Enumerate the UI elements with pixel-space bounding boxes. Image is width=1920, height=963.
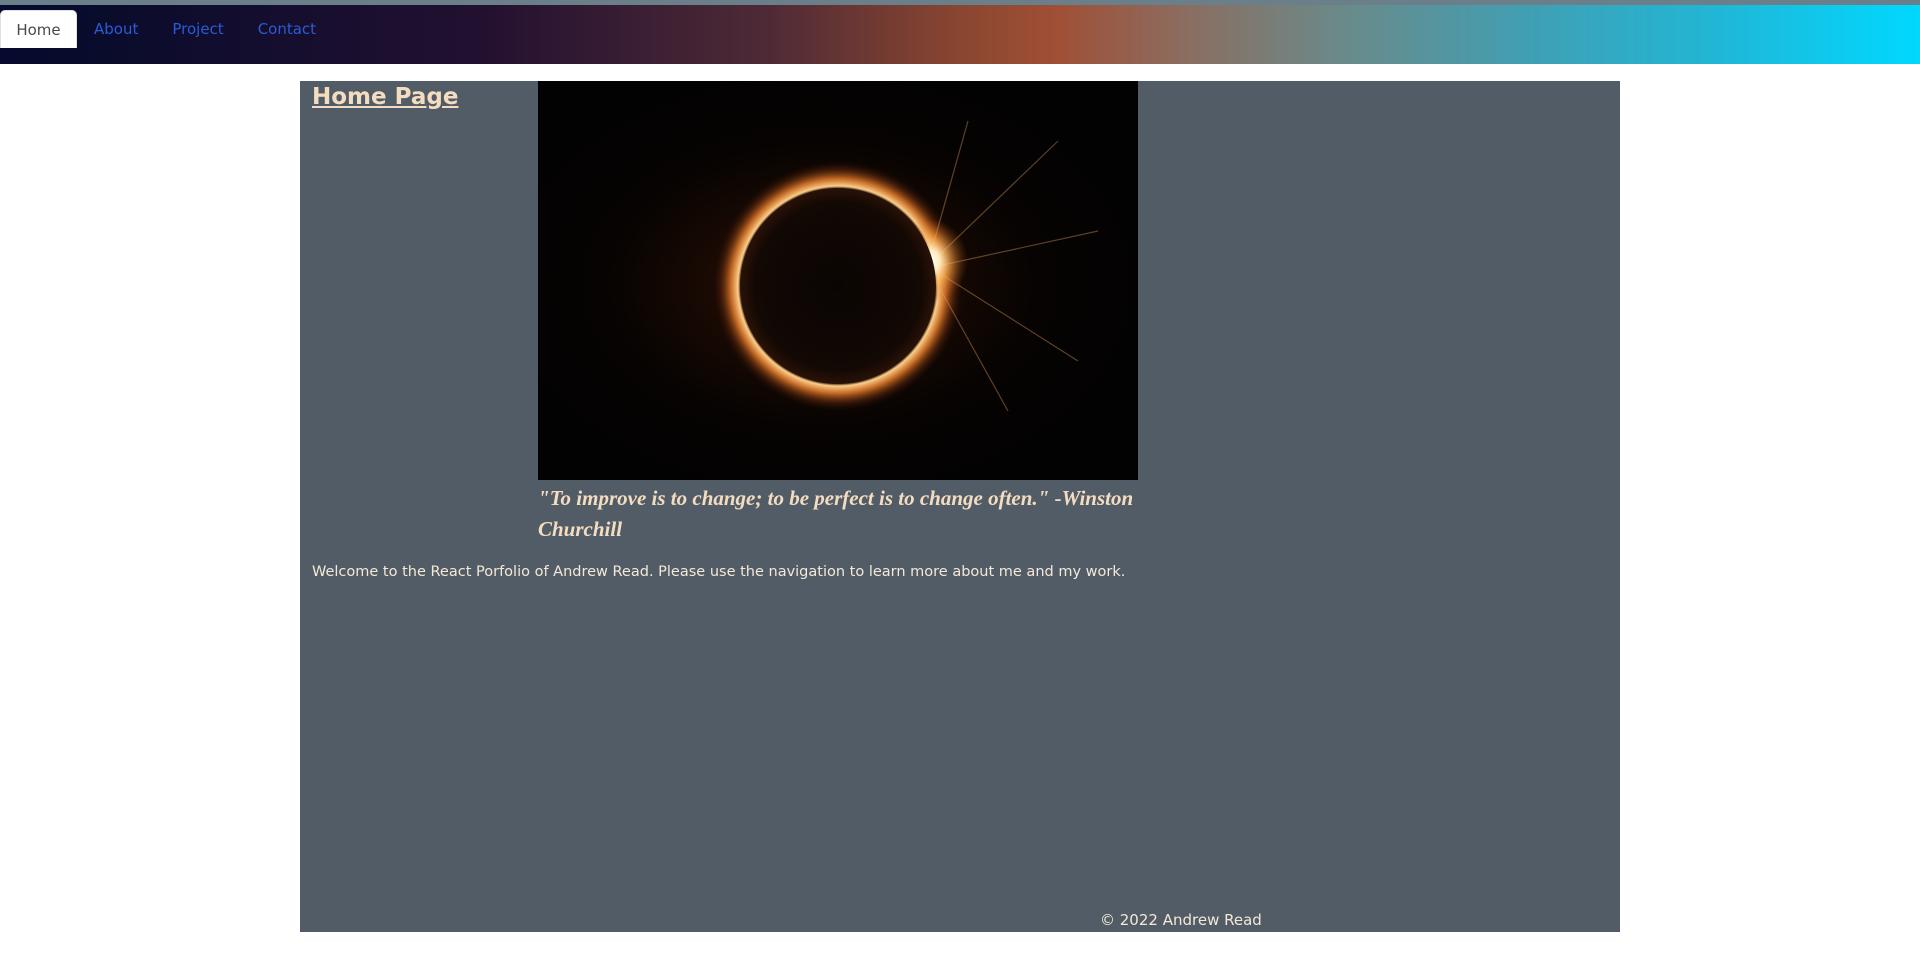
nav-tab-contact[interactable]: Contact (241, 10, 333, 48)
nav-tab-project[interactable]: Project (155, 10, 240, 48)
quote-text: "To improve is to change; to be perfect … (538, 486, 1134, 541)
nav-tabs: Home About Project Contact (0, 5, 1920, 48)
nav-tab-about[interactable]: About (77, 10, 155, 48)
footer-copyright: © 2022 Andrew Read (1100, 911, 1262, 929)
solar-eclipse-image (538, 81, 1138, 480)
navbar: Home About Project Contact (0, 5, 1920, 64)
welcome-text: Welcome to the React Porfolio of Andrew … (312, 564, 1126, 580)
page-title: Home Page (312, 84, 459, 110)
main-content: Home Page "To improve is to change; to b… (300, 81, 1620, 932)
nav-tab-home[interactable]: Home (0, 10, 77, 48)
